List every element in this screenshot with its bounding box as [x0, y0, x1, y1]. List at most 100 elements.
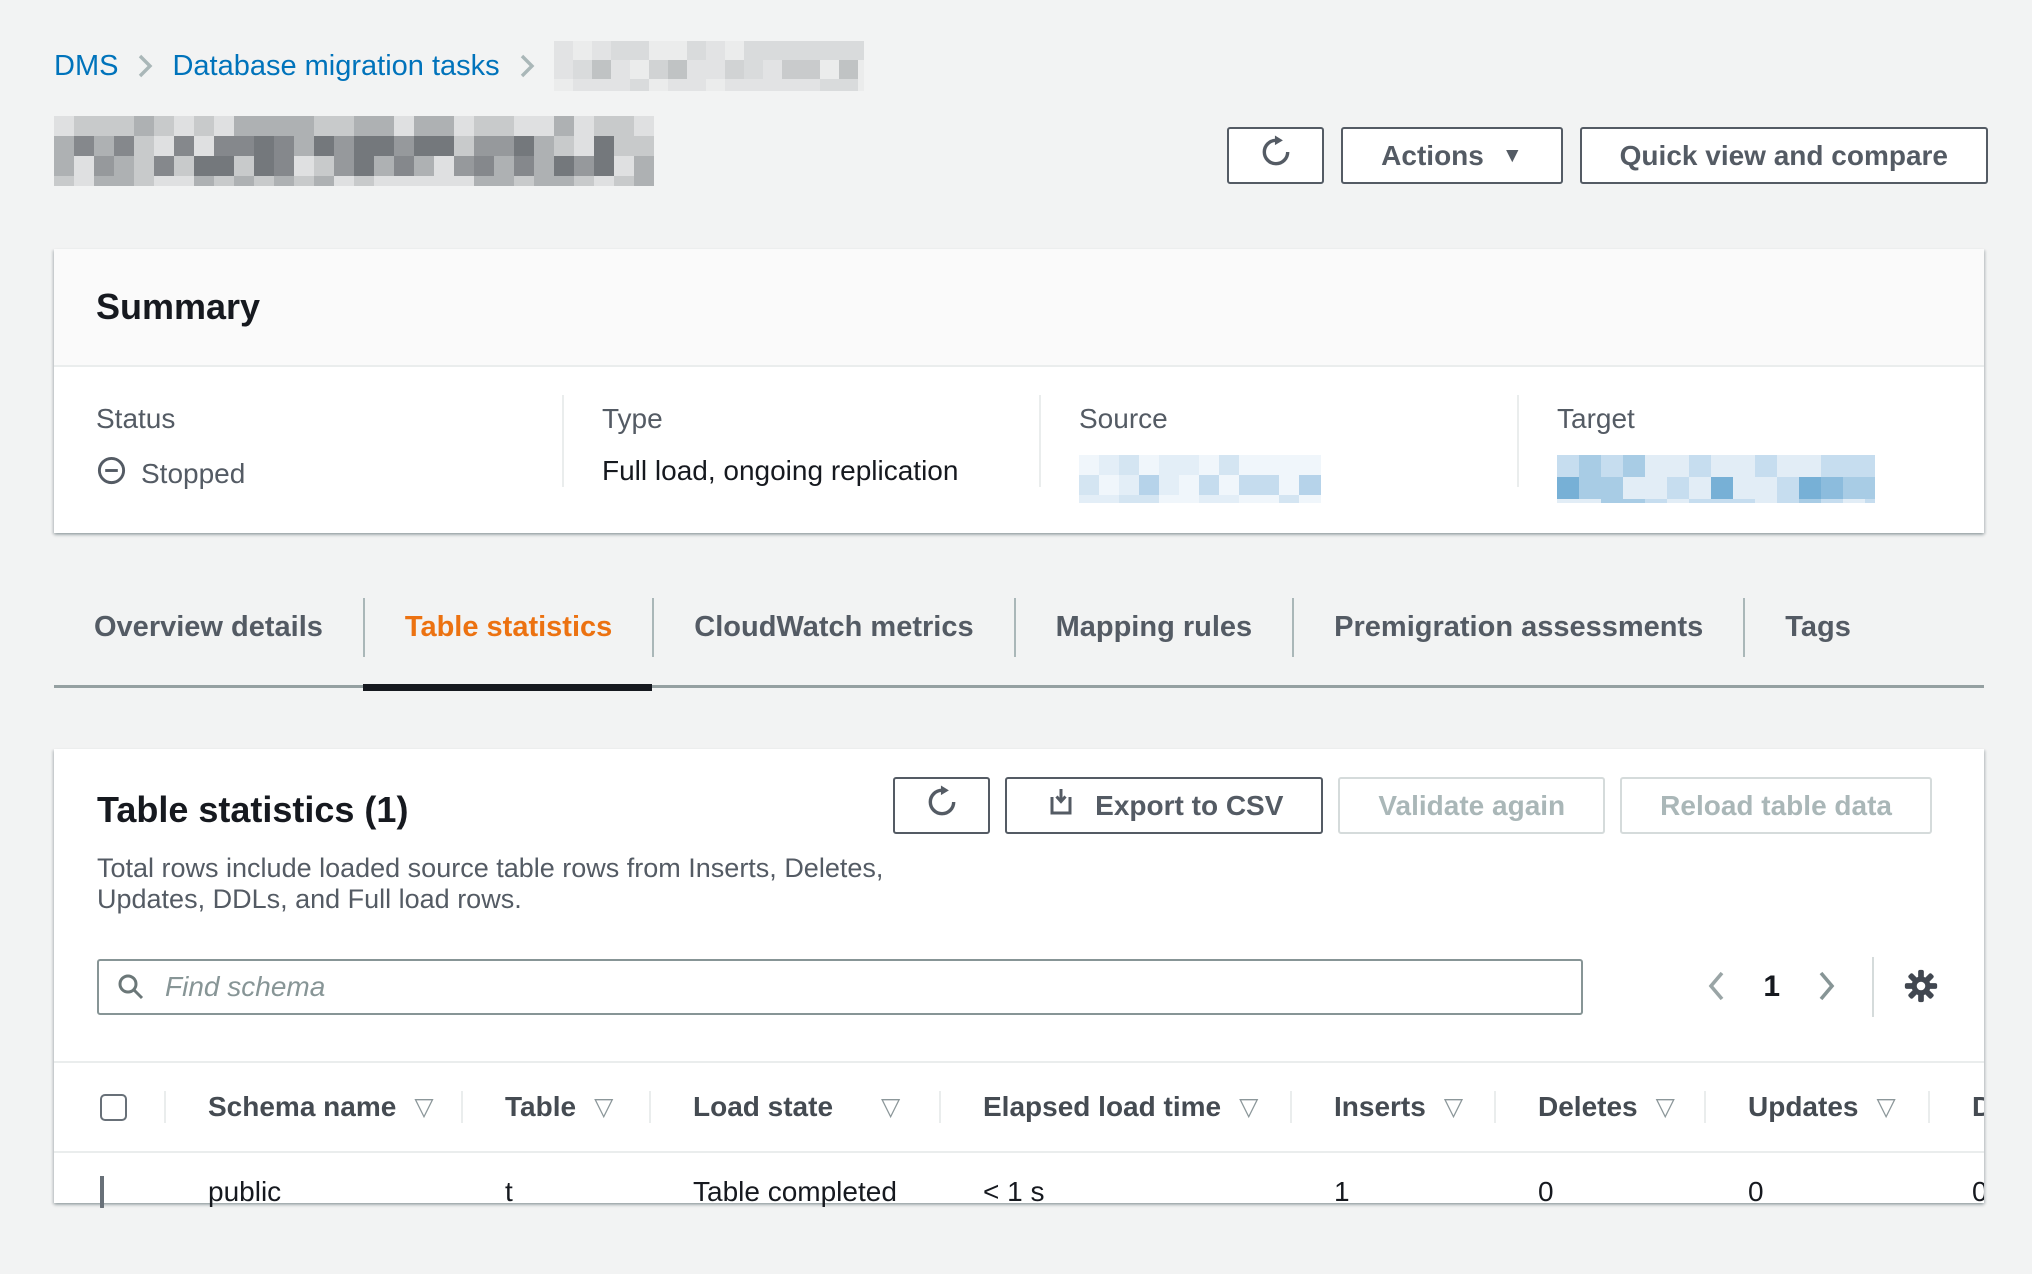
previous-page-button[interactable]: [1693, 968, 1741, 1007]
redaction-pixel: [474, 156, 494, 176]
sort-icon[interactable]: ▽: [1656, 1092, 1675, 1122]
redaction-pixel: [534, 156, 554, 176]
table-statistics-header: Table statistics (1) Total rows include …: [54, 777, 1984, 915]
target-link-redacted[interactable]: [1557, 455, 1875, 503]
reload-table-data-button[interactable]: Reload table data: [1620, 777, 1932, 834]
header-actions: Actions ▼ Quick view and compare: [1227, 127, 1988, 184]
actions-button[interactable]: Actions ▼: [1341, 127, 1562, 184]
redaction-pixel: [334, 136, 354, 156]
row-checkbox[interactable]: [100, 1176, 104, 1208]
redaction-pixel: [687, 60, 706, 79]
task-detail-tabs: Overview details Table statistics CloudW…: [54, 598, 1984, 688]
redaction-pixel: [1623, 499, 1645, 503]
redaction-pixel: [1079, 475, 1099, 495]
column-header-schema-name[interactable]: Schema name ▽: [164, 1091, 461, 1123]
find-schema-input[interactable]: [97, 959, 1583, 1015]
status-text: Stopped: [141, 458, 245, 490]
redaction-pixel: [234, 116, 254, 136]
cell-deletes: 0: [1494, 1176, 1704, 1208]
redaction-pixel: [314, 116, 334, 136]
tab-overview-details[interactable]: Overview details: [54, 598, 363, 657]
column-header-inserts[interactable]: Inserts ▽: [1290, 1091, 1494, 1123]
next-page-button[interactable]: [1802, 968, 1850, 1007]
tab-premigration-assessments[interactable]: Premigration assessments: [1292, 598, 1743, 657]
redaction-pixel: [514, 176, 534, 186]
column-header-updates[interactable]: Updates ▽: [1704, 1091, 1928, 1123]
redaction-pixel: [1299, 475, 1319, 495]
redaction-pixel: [1579, 455, 1601, 477]
column-header-table[interactable]: Table ▽: [461, 1091, 649, 1123]
tab-table-statistics[interactable]: Table statistics: [363, 598, 652, 657]
redaction-pixel: [234, 176, 254, 186]
tab-tags[interactable]: Tags: [1743, 598, 1891, 657]
redaction-pixel: [214, 156, 234, 176]
breadcrumb-current-redacted[interactable]: [554, 41, 864, 91]
redaction-pixel: [1733, 455, 1755, 477]
redaction-pixel: [294, 116, 314, 136]
column-header-truncated[interactable]: D: [1928, 1091, 1984, 1123]
sort-icon[interactable]: ▽: [414, 1092, 433, 1122]
export-to-csv-button[interactable]: Export to CSV: [1005, 777, 1323, 834]
redaction-pixel: [374, 156, 394, 176]
column-header-elapsed-load-time[interactable]: Elapsed load time ▽: [939, 1091, 1290, 1123]
redaction-pixel: [514, 136, 534, 156]
redaction-pixel: [801, 60, 820, 79]
table-refresh-button[interactable]: [893, 777, 990, 834]
redaction-pixel: [1689, 477, 1711, 499]
redaction-pixel: [1259, 475, 1279, 495]
redaction-pixel: [1279, 455, 1299, 475]
breadcrumb-link-tasks[interactable]: Database migration tasks: [172, 50, 499, 83]
breadcrumb-link-dms[interactable]: DMS: [54, 50, 118, 83]
redaction-pixel: [649, 79, 668, 91]
sort-icon[interactable]: ▽: [881, 1092, 900, 1122]
column-header-load-state[interactable]: Load state ▽: [649, 1091, 939, 1123]
current-page-number: 1: [1741, 970, 1802, 1004]
validate-again-button[interactable]: Validate again: [1338, 777, 1605, 834]
redaction-pixel: [1219, 455, 1239, 475]
redaction-pixel: [594, 176, 614, 186]
redaction-pixel: [274, 136, 294, 156]
column-header-deletes[interactable]: Deletes ▽: [1494, 1091, 1704, 1123]
chevron-right-icon: [1814, 968, 1838, 1007]
dms-task-page: { "breadcrumb": { "items": [ { "label": …: [0, 0, 2032, 1274]
tab-cloudwatch-metrics[interactable]: CloudWatch metrics: [652, 598, 1013, 657]
redaction-pixel: [114, 176, 134, 186]
summary-type-column: Type Full load, ongoing replication: [562, 367, 1039, 531]
redaction-pixel: [314, 156, 334, 176]
summary-grid: Status Stopped Type Full load, ongoing r…: [54, 367, 1984, 531]
redaction-pixel: [649, 60, 668, 79]
refresh-button[interactable]: [1227, 127, 1324, 184]
redaction-pixel: [630, 41, 649, 60]
redaction-pixel: [1667, 455, 1689, 477]
sort-icon[interactable]: ▽: [1876, 1092, 1895, 1122]
redaction-pixel: [574, 156, 594, 176]
quick-view-and-compare-button[interactable]: Quick view and compare: [1580, 127, 1988, 184]
redaction-pixel: [1219, 475, 1239, 495]
redaction-pixel: [554, 60, 573, 79]
actions-button-label: Actions: [1381, 140, 1484, 172]
redaction-pixel: [1601, 499, 1623, 503]
redaction-pixel: [1645, 477, 1667, 499]
table-preferences-button[interactable]: [1902, 967, 1940, 1008]
sort-icon[interactable]: ▽: [1239, 1092, 1258, 1122]
sort-icon[interactable]: ▽: [1444, 1092, 1463, 1122]
redaction-pixel: [1799, 499, 1821, 503]
redaction-pixel: [1777, 477, 1799, 499]
redaction-pixel: [725, 60, 744, 79]
select-all-checkbox[interactable]: [100, 1094, 127, 1121]
redaction-pixel: [1601, 455, 1623, 477]
source-link-redacted[interactable]: [1079, 455, 1321, 503]
redaction-pixel: [592, 41, 611, 60]
redaction-pixel: [414, 176, 434, 186]
redaction-pixel: [820, 60, 839, 79]
redaction-pixel: [611, 60, 630, 79]
redaction-pixel: [174, 116, 194, 136]
redaction-pixel: [614, 156, 634, 176]
redaction-pixel: [1239, 475, 1259, 495]
redaction-pixel: [668, 79, 687, 91]
tab-mapping-rules[interactable]: Mapping rules: [1014, 598, 1293, 657]
redaction-pixel: [154, 176, 174, 186]
sort-icon[interactable]: ▽: [594, 1092, 613, 1122]
redaction-pixel: [394, 116, 414, 136]
redaction-pixel: [1259, 455, 1279, 475]
